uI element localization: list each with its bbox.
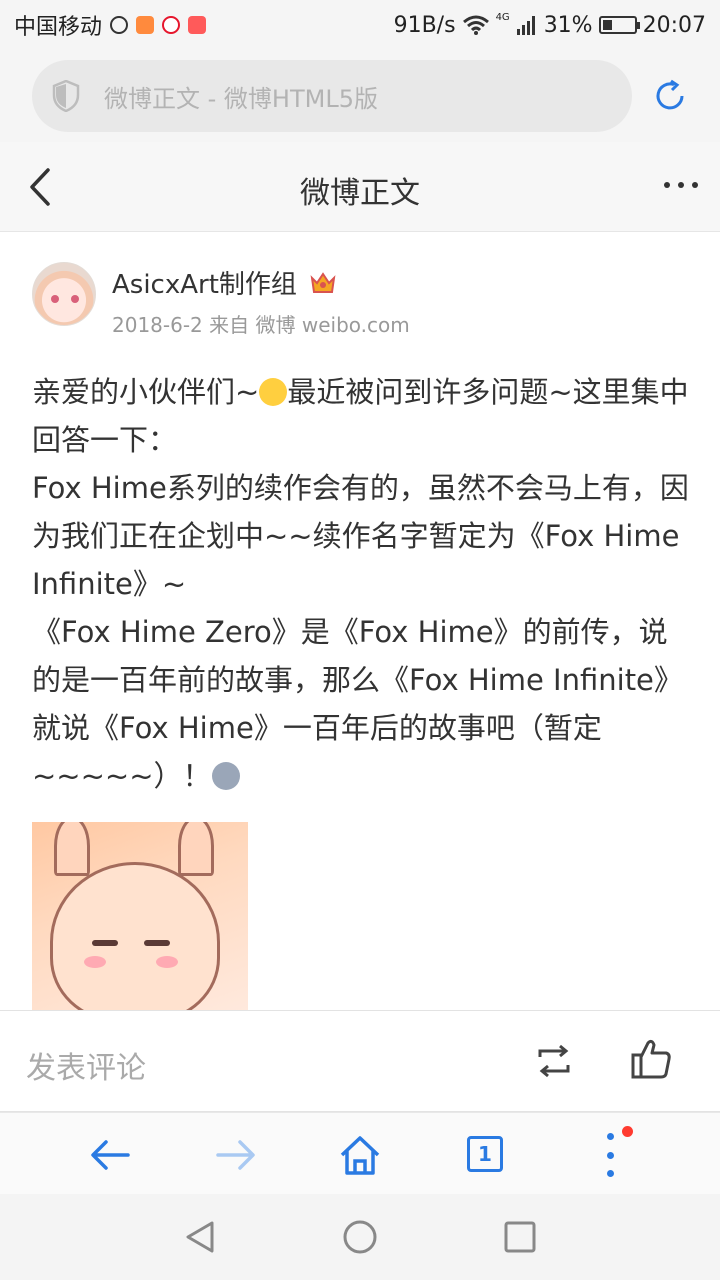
battery-percent: 31%	[543, 12, 593, 38]
more-options-icon[interactable]	[664, 182, 698, 192]
smile-emoji-icon	[259, 378, 288, 406]
carrier-label: 中国移动	[14, 15, 103, 40]
post-meta: 2018-6-2 来自 微博 weibo.com	[112, 313, 410, 337]
shield-icon	[52, 80, 80, 112]
signal-icon	[516, 16, 535, 35]
status-left: 中国移动	[14, 9, 207, 41]
browser-url-area: 微博正文 - 微博HTML5版	[0, 50, 720, 142]
author-name-row: AsicxArt制作组	[112, 264, 410, 301]
repost-icon[interactable]	[534, 1041, 574, 1081]
post-paragraph: 亲爱的小伙伴们~ 最近被问到许多问题~这里集中回答一下：	[32, 375, 689, 457]
post-body: 亲爱的小伙伴们~ 最近被问到许多问题~这里集中回答一下： Fox Hime系列的续…	[32, 368, 692, 800]
weibo-icon	[162, 16, 181, 34]
post-paragraph: Fox Hime系列的续作会有的，虽然不会马上有，因为我们正在企划中~~续作名字…	[32, 471, 689, 601]
author-name[interactable]: AsicxArt制作组	[112, 264, 297, 301]
reload-icon[interactable]	[652, 78, 688, 114]
browser-toolbar: 1	[0, 1112, 720, 1194]
fox-ear-right	[178, 822, 214, 876]
browser-menu-icon[interactable]	[604, 1133, 616, 1177]
system-home-icon[interactable]	[341, 1218, 379, 1256]
post-paragraph: 《Fox Hime Zero》是《Fox Hime》的前传，说的是一百年前的故事…	[32, 615, 683, 793]
husky-emoji-icon	[211, 762, 240, 790]
url-text: 微博正文 - 微博HTML5版	[104, 84, 378, 113]
author-info: AsicxArt制作组 2018-6-2 来自 微博 weibo.com	[112, 262, 410, 338]
clock: 20:07	[642, 12, 706, 38]
comment-bar: 发表评论	[0, 1010, 720, 1112]
comment-input[interactable]: 发表评论	[26, 1043, 146, 1087]
like-thumb-icon[interactable]	[630, 1037, 672, 1081]
character-eye	[144, 940, 170, 946]
post-image[interactable]	[32, 822, 248, 1010]
wifi-icon	[462, 15, 489, 35]
browser-back-icon[interactable]	[88, 1133, 132, 1177]
network-type: 4G	[495, 11, 510, 23]
battery-icon	[598, 16, 640, 34]
avatar[interactable]	[32, 262, 96, 326]
browser-forward-icon[interactable]	[214, 1133, 258, 1177]
page-header: 微博正文	[0, 142, 720, 232]
character-eye	[92, 940, 118, 946]
system-nav-bar	[0, 1194, 720, 1280]
character-blush	[156, 956, 178, 968]
character-head	[50, 862, 220, 1010]
page-title: 微博正文	[300, 176, 420, 211]
video-app-icon	[136, 16, 155, 34]
system-back-icon[interactable]	[182, 1218, 220, 1256]
reader-app-icon	[188, 16, 207, 34]
post: AsicxArt制作组 2018-6-2 来自 微博 weibo.com 亲爱的…	[0, 232, 720, 1010]
character-blush	[84, 956, 106, 968]
status-bar: 中国移动 91B/s 4G 31% 20:07	[0, 0, 720, 50]
crown-badge-icon	[310, 271, 336, 293]
home-icon[interactable]	[338, 1133, 382, 1177]
author-row: AsicxArt制作组 2018-6-2 来自 微博 weibo.com	[32, 262, 410, 338]
network-speed: 91B/s	[393, 12, 456, 38]
status-right: 91B/s 4G 31% 20:07	[393, 11, 706, 38]
tabs-button[interactable]: 1	[467, 1136, 503, 1172]
fox-ear-left	[54, 822, 90, 876]
url-field[interactable]: 微博正文 - 微博HTML5版	[32, 60, 632, 132]
alarm-icon	[110, 16, 129, 34]
system-recents-icon[interactable]	[501, 1218, 539, 1256]
notification-dot	[622, 1126, 633, 1137]
